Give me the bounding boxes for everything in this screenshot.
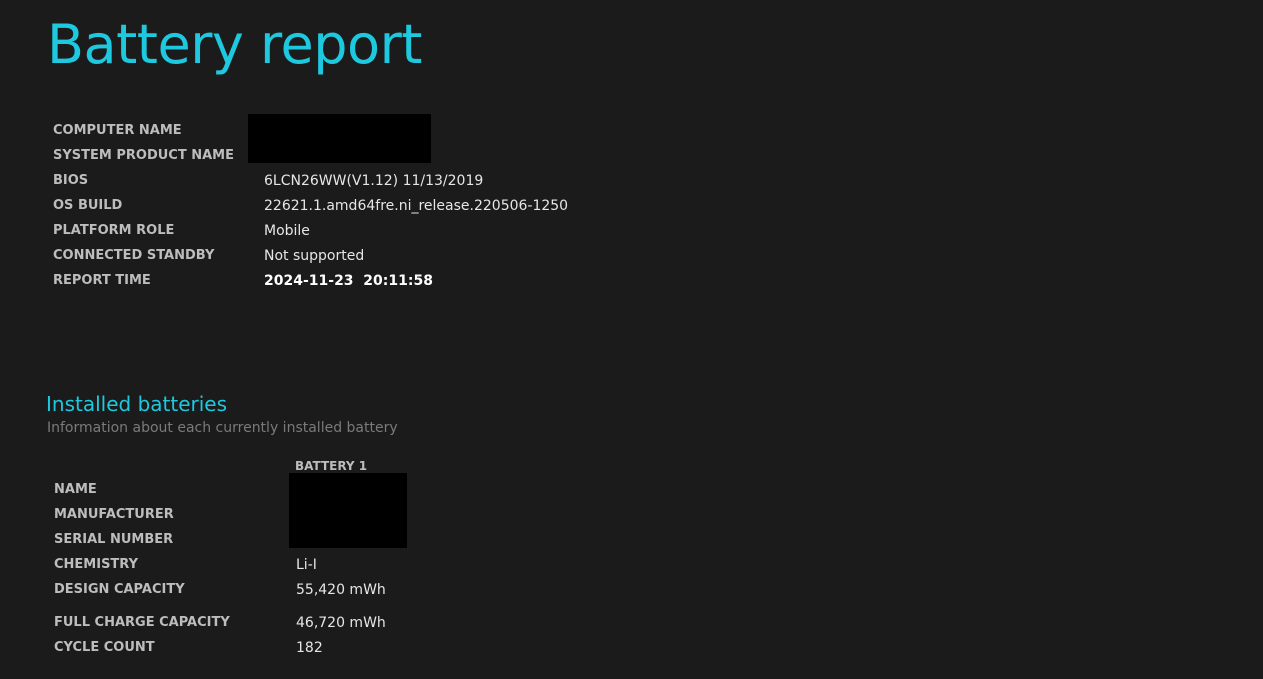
- redaction-block-battery: [289, 473, 407, 548]
- redaction-block-system: [248, 114, 431, 163]
- serial-number-label: SERIAL NUMBER: [54, 532, 174, 547]
- installed-batteries-subtitle: Information about each currently install…: [47, 420, 398, 436]
- installed-batteries-heading: Installed batteries: [46, 392, 228, 416]
- cycle-count-value: 182: [296, 640, 323, 656]
- platform-role-label: PLATFORM ROLE: [53, 223, 175, 238]
- system-product-name-label: SYSTEM PRODUCT NAME: [53, 148, 234, 163]
- os-build-label: OS BUILD: [53, 198, 123, 213]
- report-time-value: 2024-11-23 20:11:58: [264, 273, 433, 289]
- full-charge-capacity-value: 46,720 mWh: [296, 615, 386, 631]
- bios-label: BIOS: [53, 173, 89, 188]
- battery-report-page: Battery report COMPUTER NAME SYSTEM PROD…: [0, 0, 1263, 679]
- design-capacity-label: DESIGN CAPACITY: [54, 582, 185, 597]
- connected-standby-label: CONNECTED STANDBY: [53, 248, 215, 263]
- manufacturer-label: MANUFACTURER: [54, 507, 174, 522]
- os-build-value: 22621.1.amd64fre.ni_release.220506-1250: [264, 198, 569, 214]
- full-charge-capacity-label: FULL CHARGE CAPACITY: [54, 615, 230, 630]
- report-time-label: REPORT TIME: [53, 273, 151, 288]
- bios-value: 6LCN26WW(V1.12) 11/13/2019: [264, 173, 484, 189]
- connected-standby-value: Not supported: [264, 248, 365, 264]
- computer-name-label: COMPUTER NAME: [53, 123, 182, 138]
- platform-role-value: Mobile: [264, 223, 310, 239]
- battery-name-label: NAME: [54, 482, 97, 497]
- battery-1-column-header: BATTERY 1: [295, 459, 368, 473]
- chemistry-label: CHEMISTRY: [54, 557, 139, 572]
- page-title: Battery report: [47, 13, 422, 76]
- design-capacity-value: 55,420 mWh: [296, 582, 386, 598]
- cycle-count-label: CYCLE COUNT: [54, 640, 155, 655]
- chemistry-value: Li-I: [296, 557, 317, 573]
